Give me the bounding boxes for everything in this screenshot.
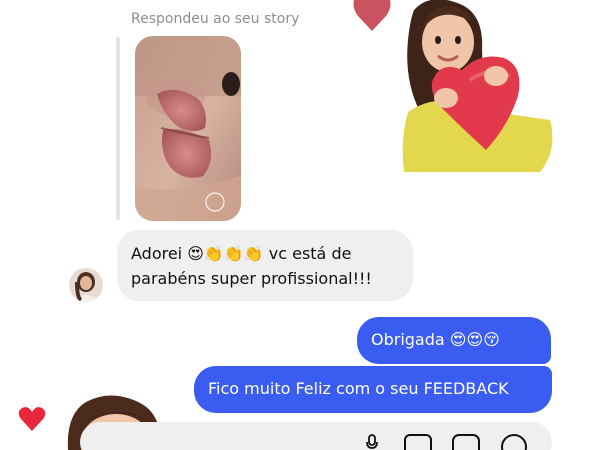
story-reply-caption: Respondeu ao seu story [131,11,300,27]
sender-avatar[interactable] [69,268,103,302]
incoming-message-line-2: parabéns super profissional!!! [131,269,372,288]
outgoing-message-text: Fico muito Feliz com o seu FEEDBACK [208,379,509,398]
story-reply-indicator [116,37,120,220]
message-composer[interactable] [80,422,552,450]
heart-icon [18,406,46,432]
heart-icon [352,0,392,32]
emoji-icon[interactable] [500,434,528,450]
chat-thread: Respondeu ao seu story Adorei 😍👏👏👏 vc es… [0,0,600,450]
story-image [135,36,241,221]
avatar-image [69,268,103,302]
mic-icon[interactable] [364,434,380,450]
outgoing-message-text: Obrigada 😍😍😚 [371,330,500,349]
incoming-message-line-1: Adorei 😍👏👏👏 vc está de [131,244,352,263]
outgoing-message-bubble[interactable]: Fico muito Feliz com o seu FEEDBACK [194,366,552,413]
sticker-icon[interactable] [452,434,480,450]
avatar-heart-sticker[interactable] [400,0,560,175]
incoming-message-bubble[interactable]: Adorei 😍👏👏👏 vc está de parabéns super pr… [117,230,413,301]
story-thumbnail[interactable] [135,36,241,221]
image-icon[interactable] [404,434,432,450]
outgoing-message-bubble[interactable]: Obrigada 😍😍😚 [357,317,551,364]
